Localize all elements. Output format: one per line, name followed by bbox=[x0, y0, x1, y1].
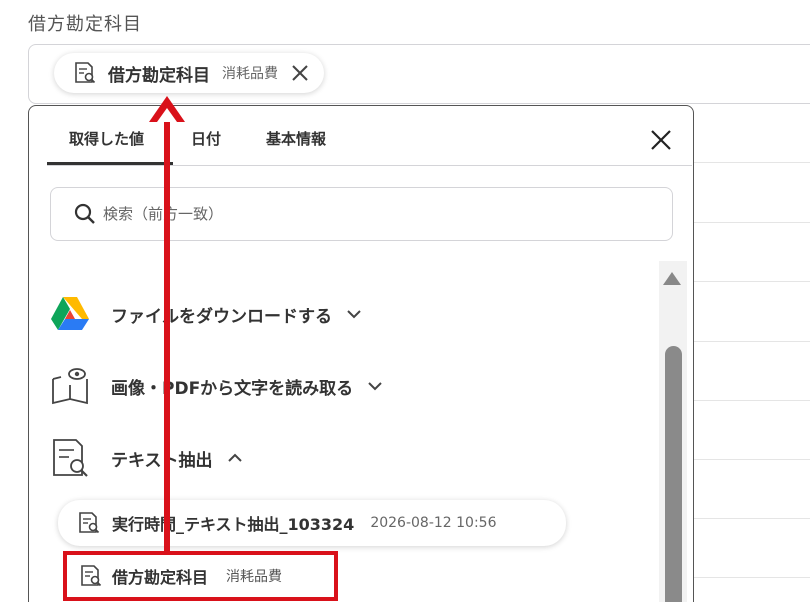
book-eye-icon bbox=[52, 368, 88, 405]
field-label: 借方勘定科目 bbox=[28, 14, 142, 35]
tab-date[interactable]: 日付 bbox=[191, 128, 221, 149]
section-label: ファイルをダウンロードする bbox=[111, 306, 332, 327]
chip-title: 借方勘定科目 bbox=[108, 65, 210, 86]
section-download-file[interactable]: ファイルをダウンロードする bbox=[49, 293, 362, 335]
background-row-divider bbox=[690, 577, 810, 578]
scroll-up-arrow-icon[interactable] bbox=[663, 272, 681, 285]
document-search-icon bbox=[53, 439, 88, 477]
background-row-divider bbox=[690, 459, 810, 460]
value-chip-execution-time[interactable]: 実行時間_テキスト抽出_103324 2026-08-12 10:56 bbox=[58, 500, 566, 546]
annotation-arrow-head-inner bbox=[157, 108, 177, 122]
scrollbar-thumb[interactable] bbox=[665, 346, 682, 602]
section-ocr-image-pdf[interactable]: 画像・PDFから文字を読み取る bbox=[49, 365, 383, 407]
background-row-divider bbox=[690, 162, 810, 163]
document-search-icon bbox=[79, 512, 100, 534]
section-label: テキスト抽出 bbox=[111, 450, 213, 471]
annotation-highlight-box bbox=[63, 551, 338, 601]
google-drive-icon bbox=[51, 297, 89, 330]
active-tab-indicator bbox=[47, 162, 173, 165]
background-row-divider bbox=[690, 400, 810, 401]
tab-basic-info[interactable]: 基本情報 bbox=[266, 128, 326, 149]
chip-title: 実行時間_テキスト抽出_103324 bbox=[112, 515, 355, 534]
document-search-icon bbox=[75, 62, 96, 84]
close-icon[interactable] bbox=[649, 128, 673, 152]
chip-value: 消耗品費 bbox=[222, 66, 278, 82]
section-label: 画像・PDFから文字を読み取る bbox=[111, 378, 354, 399]
background-row-divider bbox=[690, 222, 810, 223]
annotation-arrow bbox=[164, 116, 170, 552]
chip-value: 2026-08-12 10:56 bbox=[370, 515, 497, 531]
tab-bar: 取得した値 日付 基本情報 bbox=[47, 106, 692, 166]
chevron-down-icon bbox=[368, 382, 382, 391]
search-box bbox=[50, 187, 673, 241]
search-icon bbox=[74, 203, 95, 224]
selected-value-chip[interactable]: 借方勘定科目 消耗品費 bbox=[54, 53, 324, 93]
search-input[interactable] bbox=[103, 205, 603, 223]
section-text-extraction[interactable]: テキスト抽出 bbox=[49, 437, 243, 479]
background-row-divider bbox=[690, 518, 810, 519]
remove-chip-close-icon[interactable] bbox=[290, 63, 310, 83]
chevron-down-icon bbox=[347, 310, 361, 319]
tab-retrieved-values[interactable]: 取得した値 bbox=[69, 128, 144, 149]
chevron-up-icon bbox=[227, 453, 242, 462]
background-row-divider bbox=[690, 281, 810, 282]
background-row-divider bbox=[690, 341, 810, 342]
